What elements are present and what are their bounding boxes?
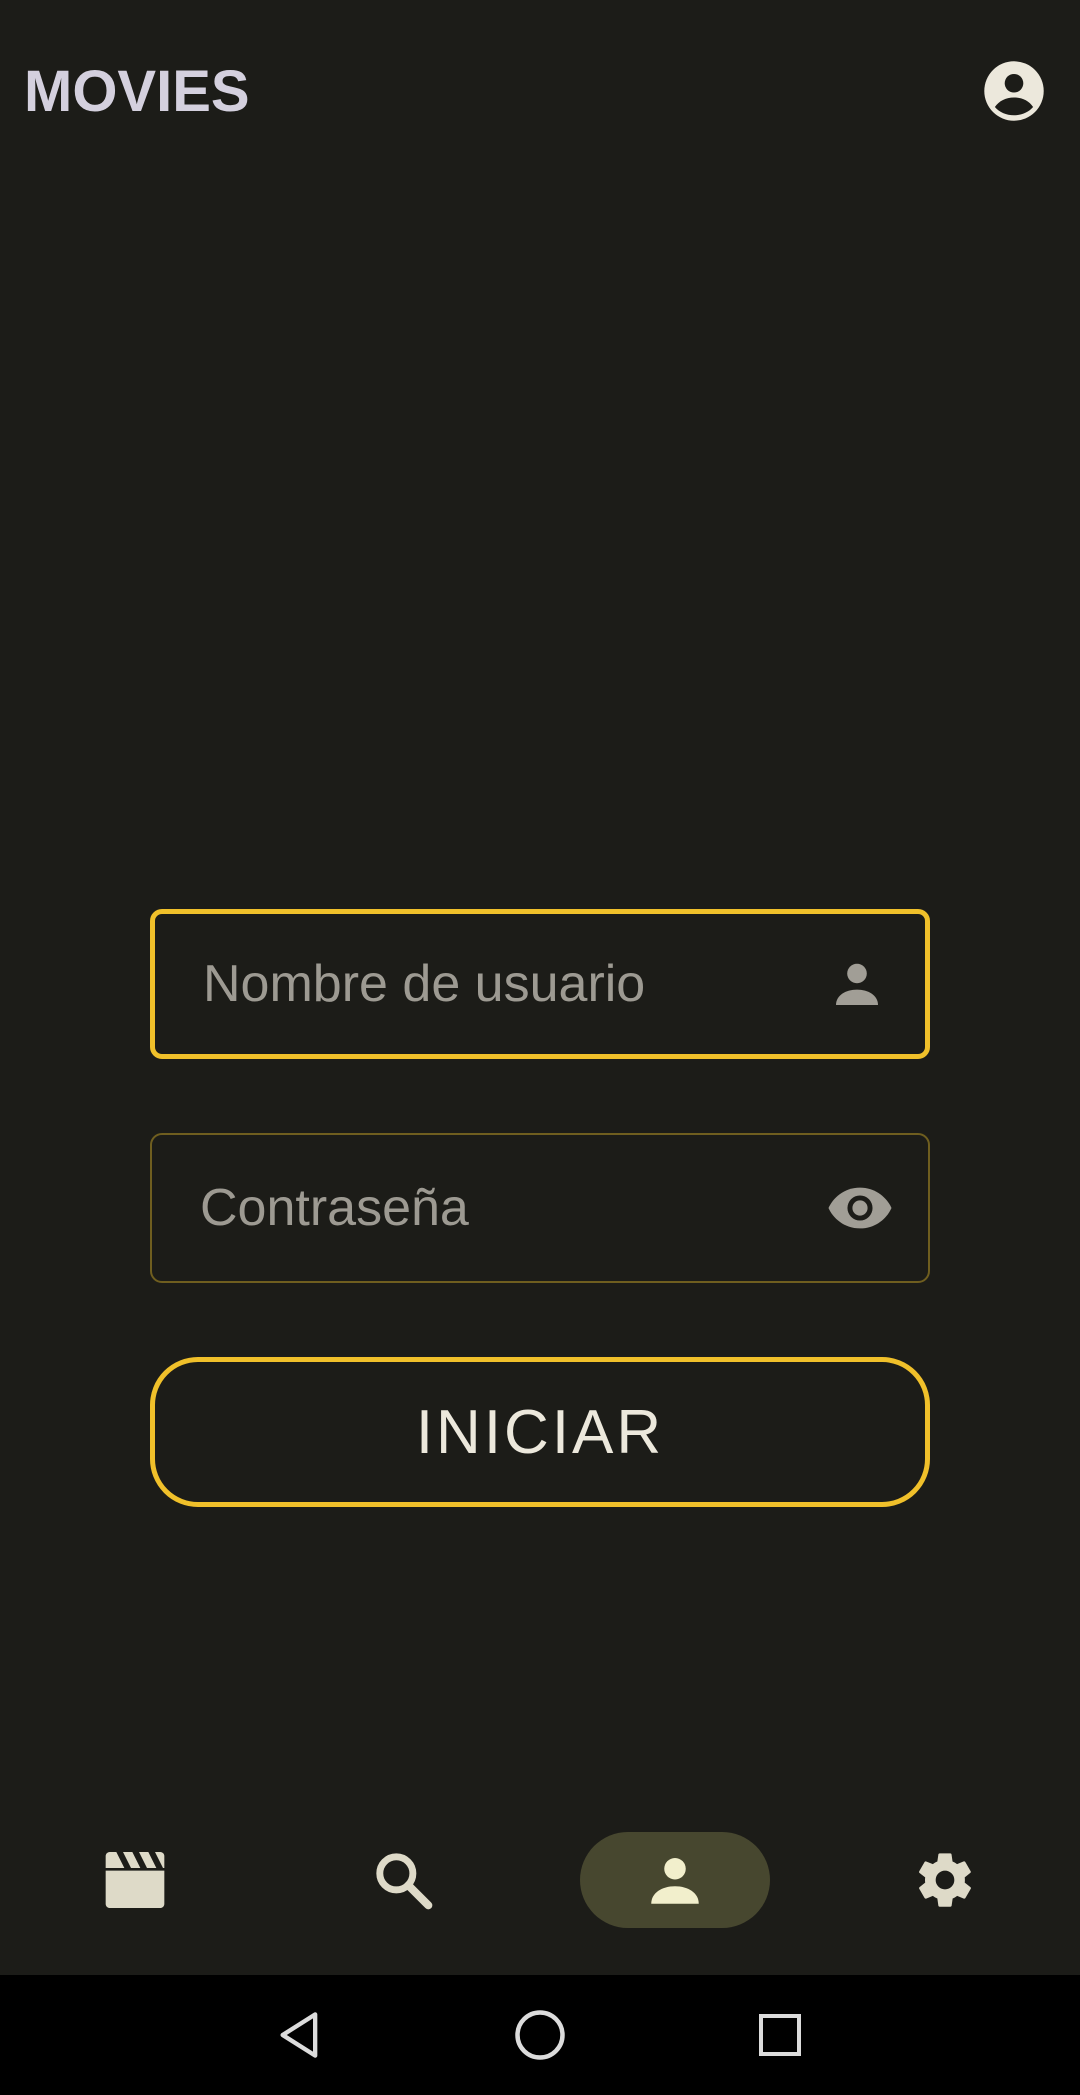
system-navigation-bar xyxy=(0,1975,1080,2095)
nav-item-movies[interactable] xyxy=(40,1832,230,1928)
home-icon xyxy=(515,2010,565,2060)
account-circle-icon xyxy=(984,61,1044,121)
nav-item-search[interactable] xyxy=(308,1832,498,1928)
system-home-button[interactable] xyxy=(510,2005,570,2065)
username-field[interactable]: Nombre de usuario xyxy=(150,909,930,1059)
nav-item-profile[interactable] xyxy=(580,1832,770,1928)
search-icon xyxy=(376,1853,433,1910)
person-icon xyxy=(819,946,895,1022)
system-back-button[interactable] xyxy=(270,2005,330,2065)
username-placeholder: Nombre de usuario xyxy=(203,955,646,1013)
account-button[interactable] xyxy=(983,60,1045,122)
person-icon xyxy=(651,1858,699,1904)
app-title: MOVIES xyxy=(24,59,250,124)
login-screen: MOVIES Nombre de usuario Contraseña INIC… xyxy=(0,0,1080,2095)
back-icon xyxy=(280,2012,318,2058)
recents-icon xyxy=(759,2014,801,2056)
password-placeholder: Contraseña xyxy=(200,1179,469,1237)
movie-clapper-icon xyxy=(105,1852,165,1908)
login-button[interactable]: INICIAR xyxy=(150,1357,930,1507)
system-recents-button[interactable] xyxy=(750,2005,810,2065)
nav-item-settings[interactable] xyxy=(850,1832,1040,1928)
bottom-navigation xyxy=(0,1810,1080,1975)
password-field[interactable]: Contraseña xyxy=(150,1133,930,1283)
gear-icon xyxy=(919,1853,971,1907)
eye-icon[interactable] xyxy=(822,1170,898,1246)
